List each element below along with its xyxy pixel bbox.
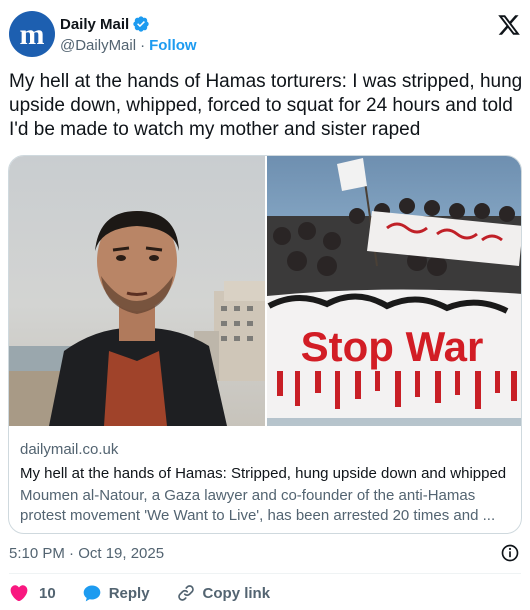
divider xyxy=(9,573,521,574)
protest-photo: Stop War xyxy=(267,156,521,426)
like-count: 10 xyxy=(39,584,56,602)
tweet-timestamp[interactable]: 5:10 PM · Oct 19, 2025 xyxy=(9,545,164,562)
author-info: Daily Mail @DailyMail · Follow xyxy=(60,14,197,55)
svg-text:m: m xyxy=(20,18,45,51)
card-domain: dailymail.co.uk xyxy=(20,441,119,458)
reply-label: Reply xyxy=(108,584,150,602)
link-icon xyxy=(177,585,194,601)
verified-badge-icon xyxy=(132,15,150,33)
action-bar: 10 Reply Copy link xyxy=(9,583,296,603)
copy-link-button[interactable]: Copy link xyxy=(176,583,271,603)
x-logo-icon[interactable] xyxy=(497,13,521,37)
copy-link-label: Copy link xyxy=(202,584,271,602)
daily-mail-logo-icon: m xyxy=(20,18,45,51)
heart-icon xyxy=(10,585,28,602)
link-card[interactable]: Stop War dailymail.co.uk My hell at the … xyxy=(8,155,522,534)
like-button[interactable]: 10 xyxy=(9,583,56,603)
card-image[interactable]: Stop War xyxy=(9,156,521,426)
card-text: dailymail.co.uk My hell at the hands of … xyxy=(20,440,512,526)
timestamp-text[interactable]: 5:10 PM · Oct 19, 2025 xyxy=(9,545,164,562)
card-description: Moumen al-Natour, a Gaza lawyer and co-f… xyxy=(20,487,496,524)
follow-button[interactable]: Follow xyxy=(149,37,197,54)
info-icon[interactable] xyxy=(500,543,520,563)
tweet-text: My hell at the hands of Hamas torturers:… xyxy=(9,71,523,140)
tweet-header: m Daily Mail @DailyMail · Follow xyxy=(9,11,521,61)
separator-dot: · xyxy=(140,37,146,54)
avatar[interactable]: m xyxy=(9,11,55,57)
reply-button[interactable]: Reply xyxy=(82,583,150,603)
author-name[interactable]: Daily Mail xyxy=(60,16,129,33)
portrait-photo xyxy=(9,156,265,426)
reply-bubble-icon xyxy=(83,585,101,602)
card-title: My hell at the hands of Hamas: Stripped,… xyxy=(20,465,507,482)
author-handle[interactable]: @DailyMail xyxy=(60,37,136,54)
banner-stop-war-text: Stop War xyxy=(301,323,484,370)
